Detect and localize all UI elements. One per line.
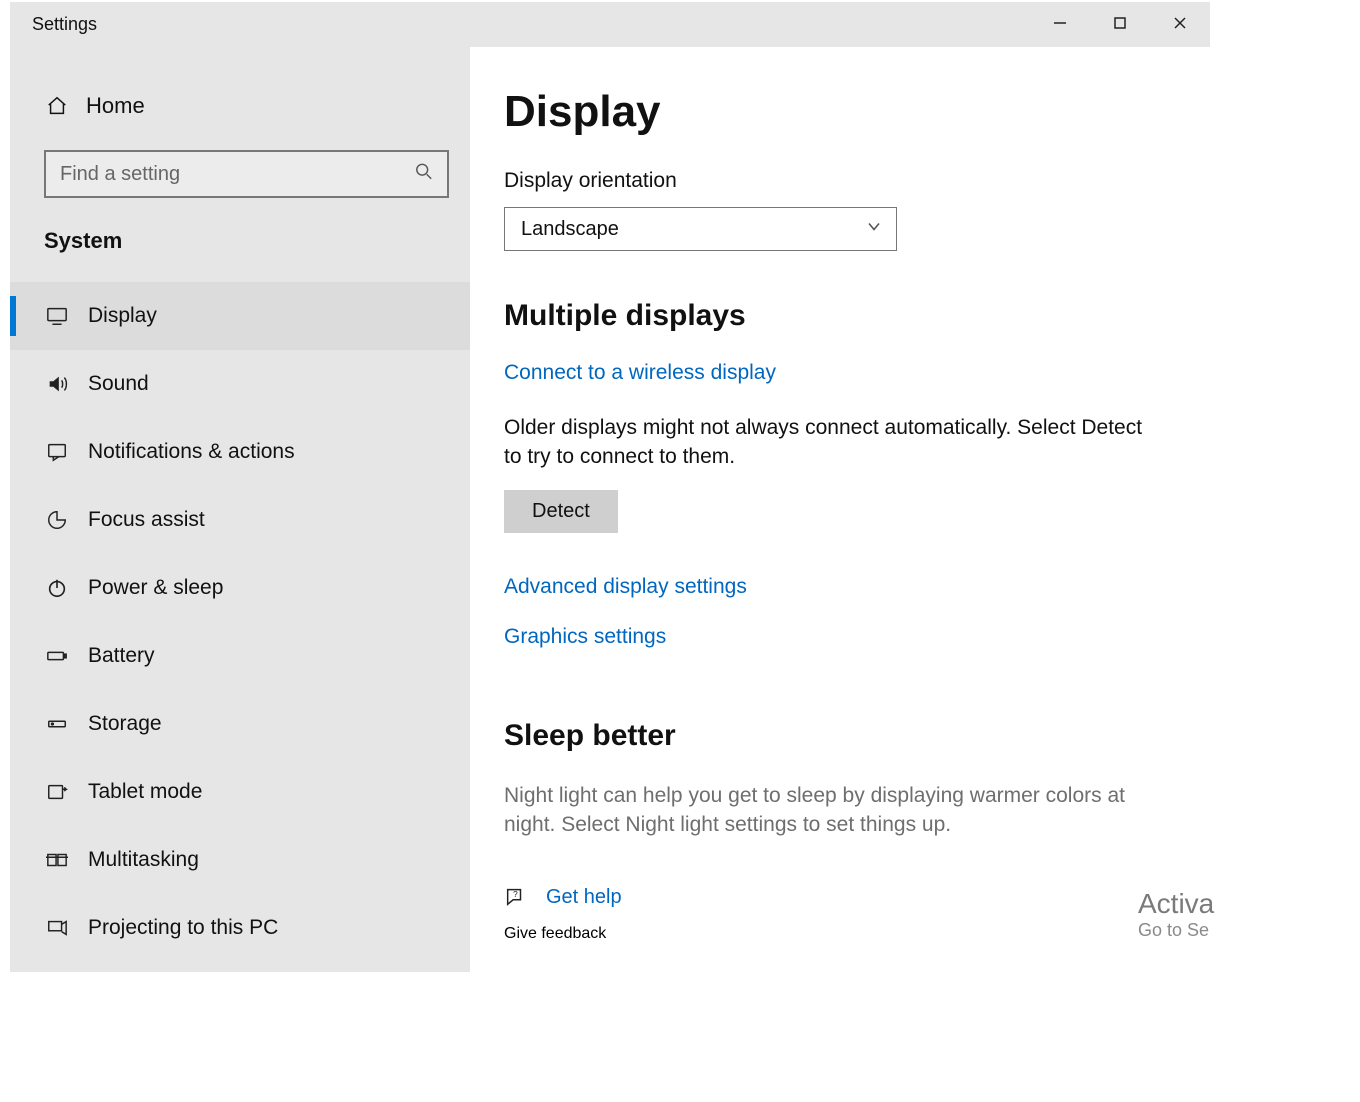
get-help-link[interactable]: Get help bbox=[546, 886, 622, 909]
sidebar-item-label: Display bbox=[88, 304, 157, 328]
power-icon bbox=[46, 577, 76, 599]
maximize-icon bbox=[1113, 14, 1127, 35]
titlebar: Settings bbox=[10, 2, 1210, 47]
detect-button[interactable]: Detect bbox=[504, 490, 618, 533]
sidebar-item-notifications[interactable]: Notifications & actions bbox=[10, 418, 470, 486]
sidebar-item-label: Multitasking bbox=[88, 848, 199, 872]
multitasking-icon bbox=[46, 849, 76, 871]
orientation-value: Landscape bbox=[521, 218, 619, 241]
sidebar-item-label: Projecting to this PC bbox=[88, 916, 278, 940]
orientation-label: Display orientation bbox=[504, 169, 1170, 193]
svg-text:?: ? bbox=[513, 890, 518, 899]
sidebar-item-storage[interactable]: Storage bbox=[10, 690, 470, 758]
sidebar-item-label: Sound bbox=[88, 372, 149, 396]
sidebar-item-label: Power & sleep bbox=[88, 576, 223, 600]
sidebar-item-focus-assist[interactable]: Focus assist bbox=[10, 486, 470, 554]
sleep-better-header: Sleep better bbox=[504, 719, 1170, 753]
minimize-icon bbox=[1053, 14, 1067, 35]
get-help-row: ? Get help bbox=[504, 886, 1170, 909]
chevron-down-icon bbox=[866, 218, 882, 241]
graphics-settings-link[interactable]: Graphics settings bbox=[504, 625, 1170, 649]
sidebar-item-label: Battery bbox=[88, 644, 155, 668]
activate-windows-watermark: Activa Go to Se bbox=[1138, 888, 1360, 1084]
display-icon bbox=[46, 305, 76, 327]
sidebar-item-sound[interactable]: Sound bbox=[10, 350, 470, 418]
advanced-display-settings-link[interactable]: Advanced display settings bbox=[504, 575, 1170, 599]
main-content: Display Display orientation Landscape Mu… bbox=[470, 47, 1210, 972]
give-feedback-link[interactable]: Give feedback bbox=[504, 925, 606, 943]
sidebar-item-label: Tablet mode bbox=[88, 780, 202, 804]
search-input[interactable] bbox=[46, 152, 396, 196]
home-nav[interactable]: Home bbox=[10, 82, 470, 130]
watermark-line2: Go to Se bbox=[1138, 920, 1360, 941]
home-icon bbox=[46, 95, 76, 117]
home-label: Home bbox=[86, 93, 145, 119]
close-button[interactable] bbox=[1150, 2, 1210, 47]
watermark-line1: Activa bbox=[1138, 888, 1360, 920]
settings-window: Settings bbox=[10, 2, 1210, 972]
sidebar-nav: Display Sound Notifications & actions bbox=[10, 282, 470, 962]
focus-assist-icon bbox=[46, 509, 76, 531]
minimize-button[interactable] bbox=[1030, 2, 1090, 47]
window-controls bbox=[1030, 2, 1210, 47]
maximize-button[interactable] bbox=[1090, 2, 1150, 47]
sidebar-category: System bbox=[10, 228, 470, 254]
sidebar-item-display[interactable]: Display bbox=[10, 282, 470, 350]
sound-icon bbox=[46, 373, 76, 395]
orientation-dropdown[interactable]: Landscape bbox=[504, 207, 897, 251]
tablet-icon bbox=[46, 781, 76, 803]
give-feedback-row: Give feedback bbox=[504, 925, 1170, 943]
projecting-icon bbox=[46, 917, 76, 939]
sidebar-item-multitasking[interactable]: Multitasking bbox=[10, 826, 470, 894]
connect-wireless-display-link[interactable]: Connect to a wireless display bbox=[504, 361, 776, 385]
search-wrap bbox=[10, 130, 470, 220]
sidebar: Home System Display bbox=[10, 47, 470, 972]
storage-icon bbox=[46, 713, 76, 735]
sidebar-item-power-sleep[interactable]: Power & sleep bbox=[10, 554, 470, 622]
multiple-displays-header: Multiple displays bbox=[504, 299, 1170, 333]
get-help-icon: ? bbox=[504, 886, 538, 908]
search-box[interactable] bbox=[44, 150, 449, 198]
close-icon bbox=[1173, 14, 1187, 35]
sidebar-item-battery[interactable]: Battery bbox=[10, 622, 470, 690]
app-title: Settings bbox=[32, 14, 97, 35]
window-body: Home System Display bbox=[10, 47, 1210, 972]
notifications-icon bbox=[46, 441, 76, 463]
page-title: Display bbox=[504, 87, 1170, 137]
sleep-better-description: Night light can help you get to sleep by… bbox=[504, 781, 1154, 840]
sidebar-item-tablet-mode[interactable]: Tablet mode bbox=[10, 758, 470, 826]
older-displays-text: Older displays might not always connect … bbox=[504, 413, 1144, 472]
battery-icon bbox=[46, 645, 76, 667]
sidebar-item-label: Focus assist bbox=[88, 508, 205, 532]
sidebar-item-label: Notifications & actions bbox=[88, 440, 295, 464]
sidebar-item-projecting[interactable]: Projecting to this PC bbox=[10, 894, 470, 962]
sidebar-item-label: Storage bbox=[88, 712, 162, 736]
search-icon bbox=[415, 163, 433, 186]
